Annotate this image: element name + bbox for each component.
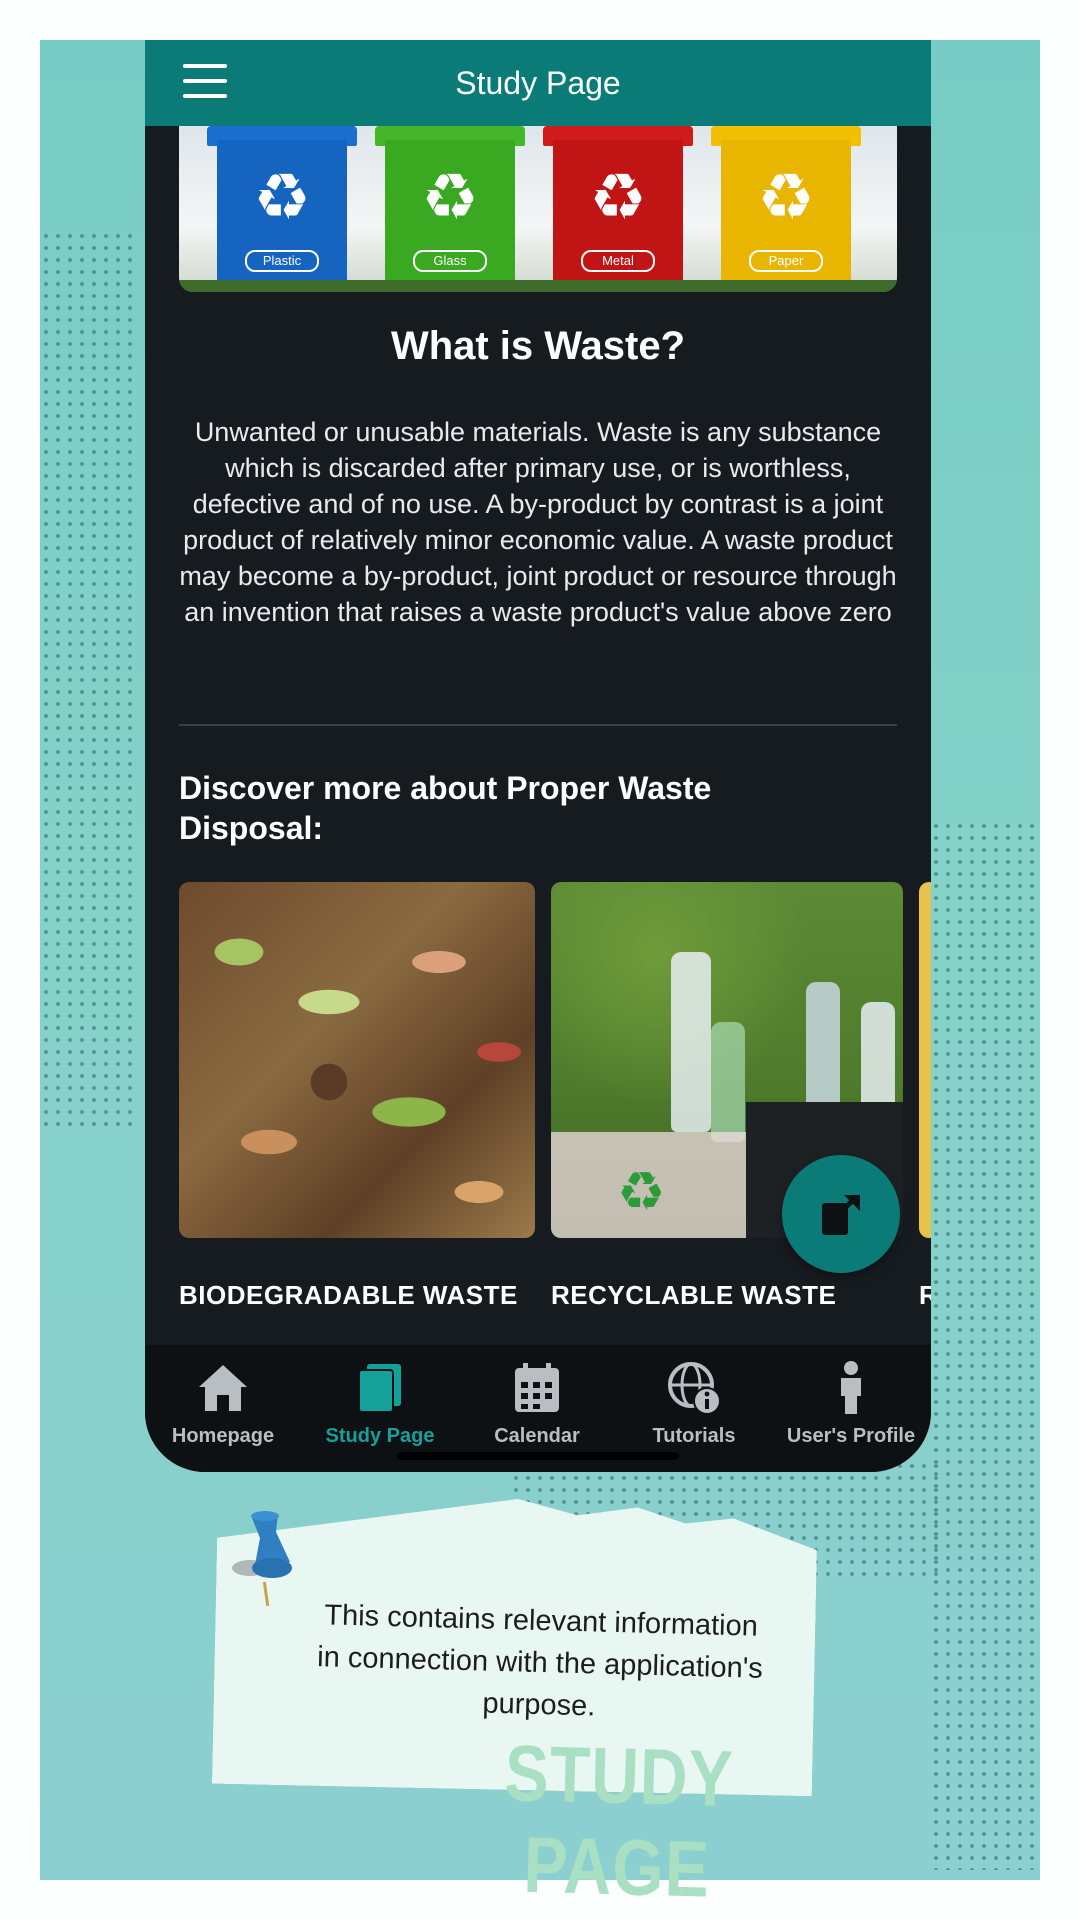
- bin-paper: ♻ Paper: [711, 126, 861, 292]
- hamburger-icon: [183, 64, 227, 68]
- card-label-biodegradable[interactable]: BIODEGRADABLE WASTE: [179, 1280, 518, 1311]
- nav-item-calendar[interactable]: Calendar: [459, 1359, 615, 1448]
- pushpin-icon: [230, 1510, 310, 1615]
- book-icon: [302, 1359, 458, 1417]
- recycle-icon: ♻: [757, 161, 815, 235]
- card-label-partial[interactable]: R: [919, 1280, 931, 1311]
- note-title: STUDY PAGE: [503, 1728, 735, 1914]
- card-label-recyclable[interactable]: RECYCLABLE WASTE: [551, 1280, 836, 1311]
- recycle-icon: ♻: [589, 161, 647, 235]
- hero-image-recycling-bins: ♻ Plastic ♻ Glass ♻ Metal ♻ Paper: [179, 126, 897, 292]
- menu-button[interactable]: [183, 64, 227, 102]
- card-biodegradable-waste[interactable]: [179, 882, 535, 1238]
- bin-label: Glass: [413, 250, 487, 272]
- bin-metal: ♻ Metal: [543, 126, 693, 292]
- home-indicator[interactable]: [397, 1452, 679, 1460]
- nav-item-study-page[interactable]: Study Page: [302, 1359, 458, 1448]
- nav-item-users-profile[interactable]: User's Profile: [773, 1359, 929, 1448]
- calendar-icon: [459, 1359, 615, 1417]
- section-heading: What is Waste?: [390, 324, 686, 368]
- recycle-icon: ♻: [421, 161, 479, 235]
- nav-item-tutorials[interactable]: Tutorials: [616, 1359, 772, 1448]
- divider: [179, 724, 897, 726]
- bin-label: Metal: [581, 250, 655, 272]
- dot-pattern-right: [930, 820, 1040, 1870]
- page-title: Study Page: [455, 64, 621, 101]
- section-body-text: Unwanted or unusable materials. Waste is…: [179, 417, 897, 627]
- bin-label: Paper: [749, 250, 823, 272]
- bin-plastic: ♻ Plastic: [207, 126, 357, 292]
- person-icon: [773, 1359, 929, 1417]
- recycle-icon: ♻: [253, 161, 311, 235]
- share-icon: [822, 1195, 860, 1235]
- note-text: This contains relevant information in co…: [316, 1599, 764, 1723]
- dot-pattern-left: [40, 230, 140, 1130]
- bin-glass: ♻ Glass: [375, 126, 525, 292]
- discover-heading: Discover more about Proper Waste Disposa…: [179, 770, 712, 846]
- grass-strip: [179, 280, 897, 292]
- share-fab-button[interactable]: [782, 1155, 900, 1273]
- nav-item-homepage[interactable]: Homepage: [145, 1359, 301, 1448]
- globe-info-icon: [616, 1359, 772, 1417]
- app-bar: Study Page: [145, 40, 931, 126]
- recycle-icon: ♻: [617, 1160, 666, 1223]
- card-partial[interactable]: [919, 882, 931, 1238]
- bin-label: Plastic: [245, 250, 319, 272]
- home-icon: [145, 1359, 301, 1417]
